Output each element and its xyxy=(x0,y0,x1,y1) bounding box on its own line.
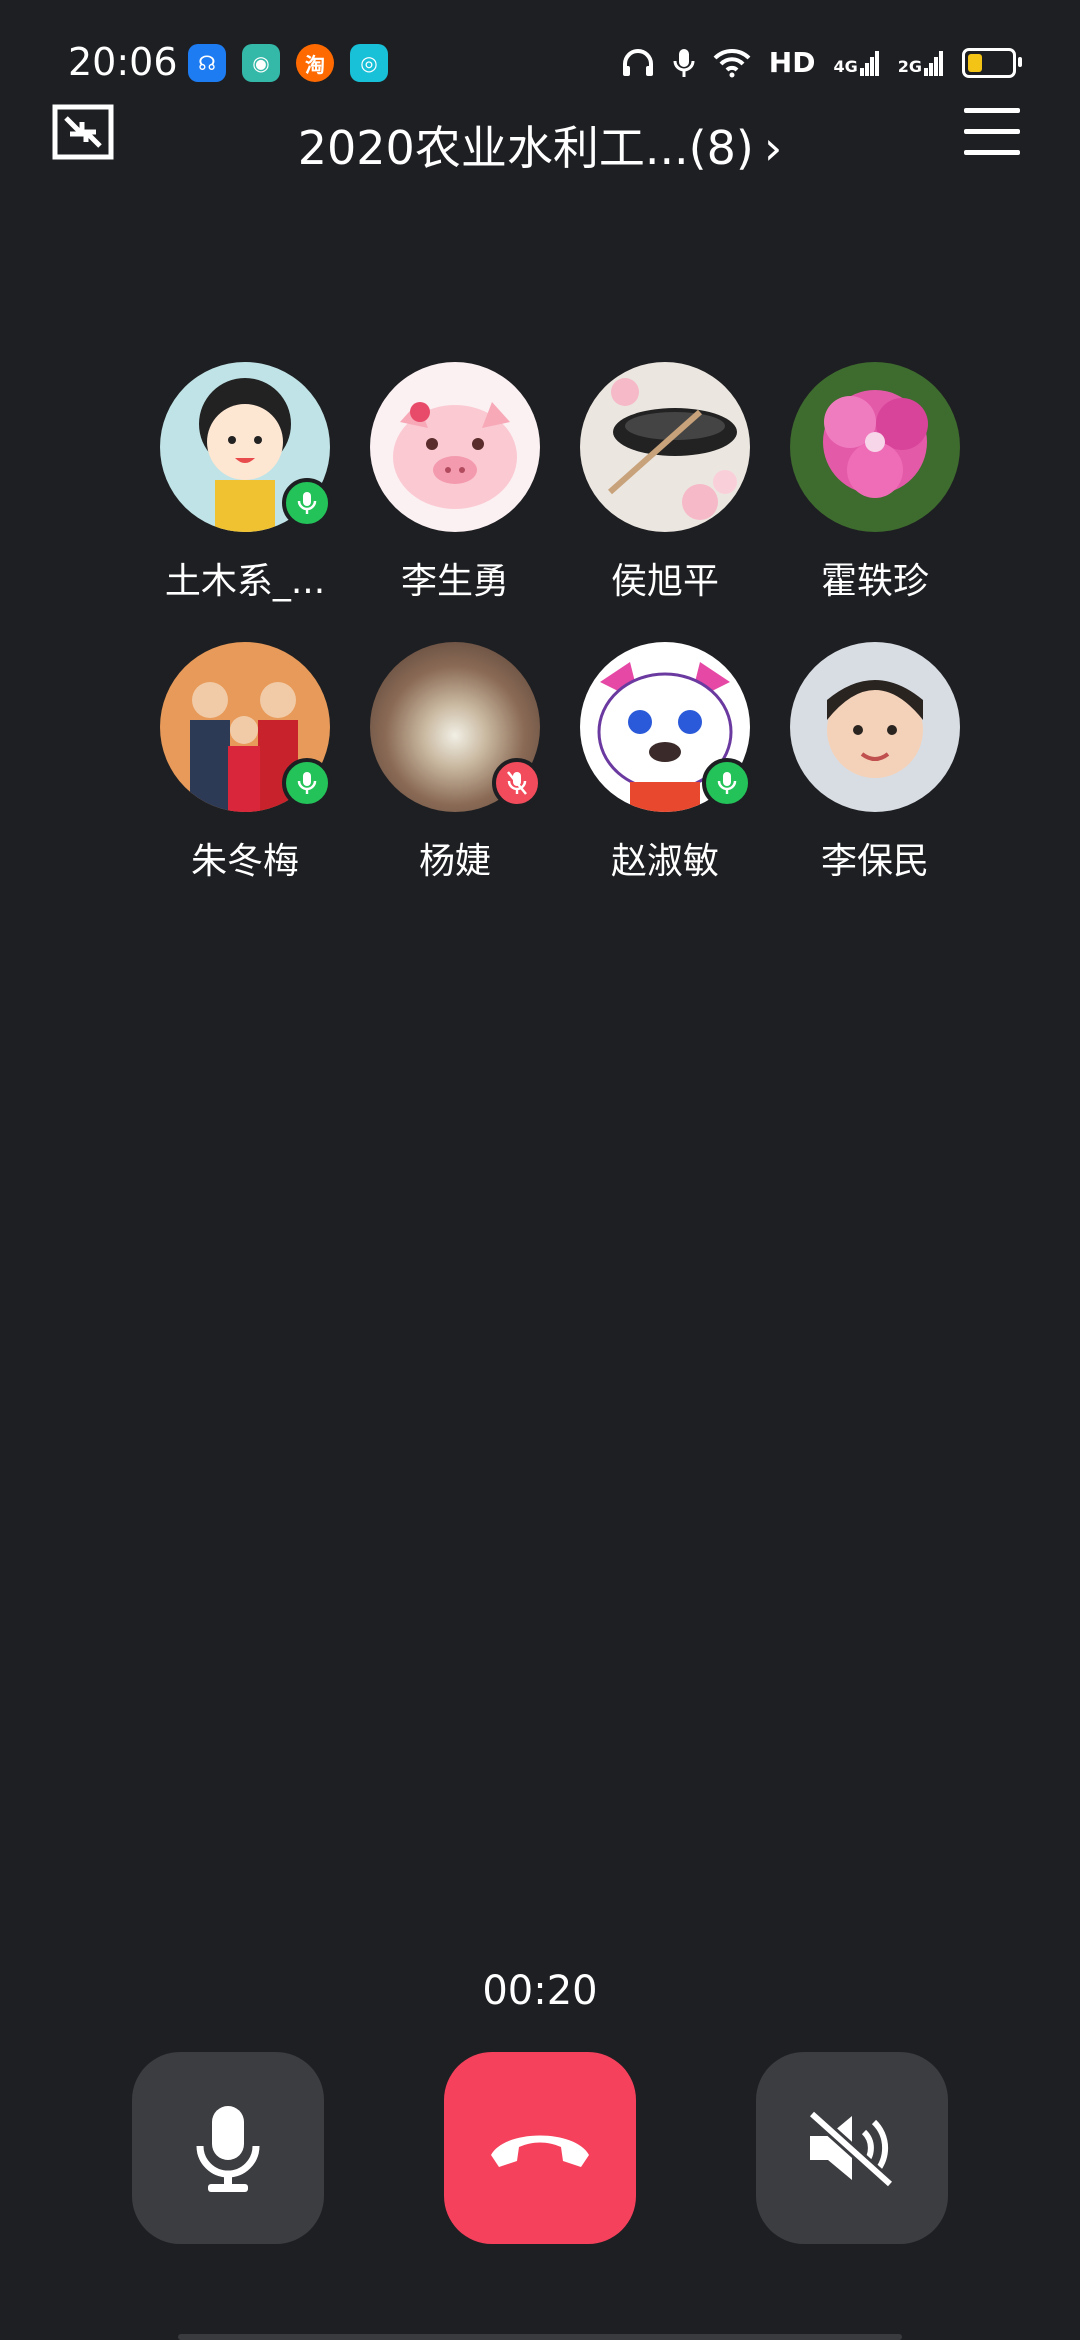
status-bar: 20:06 ☊ ◉ 淘 ◎ HD 4G 2G xyxy=(0,0,1080,130)
mic-off-icon xyxy=(492,758,542,808)
signal-4g: 4G xyxy=(833,50,879,76)
participant-tile[interactable]: 朱冬梅 xyxy=(140,642,350,884)
status-time: 20:06 xyxy=(68,40,178,84)
avatar xyxy=(580,362,750,532)
speaker-toggle-button[interactable] xyxy=(756,2052,948,2244)
group-name: 2020农业水利工...(8) xyxy=(297,121,754,175)
participant-name: 朱冬梅 xyxy=(190,841,299,882)
participant-grid: 土木系_... 李生勇 侯旭平 霍轶珍 朱冬梅 杨婕 赵淑敏 李保民 xyxy=(140,362,960,884)
participant-name: 李生勇 xyxy=(400,561,509,602)
speaker-muted-icon xyxy=(807,2109,895,2188)
menu-icon-line xyxy=(964,129,1020,134)
signal-bars-icon xyxy=(924,50,943,76)
call-title[interactable]: 2020农业水利工...(8) › xyxy=(0,112,1080,178)
mic-on-icon xyxy=(702,758,752,808)
participant-tile[interactable]: 侯旭平 xyxy=(560,362,770,604)
participant-tile[interactable]: 赵淑敏 xyxy=(560,642,770,884)
mic-status-icon xyxy=(673,48,695,77)
avatar xyxy=(160,642,332,812)
notification-icons: ☊ ◉ 淘 ◎ xyxy=(188,44,388,82)
headphones-icon xyxy=(622,48,653,76)
mic-on-icon xyxy=(282,758,332,808)
menu-icon-line xyxy=(964,150,1020,155)
flower-avatar xyxy=(790,362,960,532)
hang-up-button[interactable] xyxy=(444,2052,636,2244)
participant-tile[interactable]: 李生勇 xyxy=(350,362,560,604)
signal-bars-icon xyxy=(859,50,879,76)
avatar xyxy=(370,362,540,532)
battery-icon xyxy=(962,47,1022,78)
chat-icon: ◉ xyxy=(242,44,280,82)
assistant-icon: ☊ xyxy=(188,44,226,82)
participant-tile[interactable]: 霍轶珍 xyxy=(770,362,980,604)
participant-tile[interactable]: 李保民 xyxy=(770,642,980,884)
avatar xyxy=(790,362,960,532)
signal-2g: 2G xyxy=(898,50,944,76)
hd-label: HD xyxy=(768,46,816,79)
microphone-toggle-button[interactable] xyxy=(132,2052,324,2244)
avatar xyxy=(580,642,752,812)
avatar xyxy=(160,362,332,532)
boy-photo-avatar xyxy=(790,642,960,812)
menu-icon xyxy=(964,108,1020,113)
status-right: HD 4G 2G xyxy=(621,46,1022,79)
microphone-icon xyxy=(196,2106,260,2192)
wifi-icon xyxy=(713,48,751,77)
chevron-right-icon: › xyxy=(763,121,783,175)
avatar xyxy=(790,642,960,812)
participant-name: 李保民 xyxy=(820,841,929,882)
participant-name: 侯旭平 xyxy=(610,561,719,602)
avatar xyxy=(370,642,542,812)
participant-name: 杨婕 xyxy=(418,841,491,882)
participant-name: 土木系_... xyxy=(164,561,326,602)
camera-app-icon: ◎ xyxy=(350,44,388,82)
participant-name: 霍轶珍 xyxy=(820,561,929,602)
voice-call-screen: 20:06 ☊ ◉ 淘 ◎ HD 4G 2G 2020农业水利工...(8) ›… xyxy=(0,0,1080,2340)
pig-avatar xyxy=(370,362,540,532)
ink-brush-avatar xyxy=(580,362,750,532)
menu-button[interactable] xyxy=(964,108,1020,156)
participant-tile[interactable]: 土木系_... xyxy=(140,362,350,604)
participant-tile[interactable]: 杨婕 xyxy=(350,642,560,884)
call-timer: 00:20 xyxy=(482,1968,598,2014)
mic-on-icon xyxy=(282,478,332,528)
participant-name: 赵淑敏 xyxy=(610,841,719,882)
taobao-icon: 淘 xyxy=(296,44,334,82)
hang-up-icon xyxy=(491,2135,589,2167)
home-indicator xyxy=(178,2334,902,2340)
